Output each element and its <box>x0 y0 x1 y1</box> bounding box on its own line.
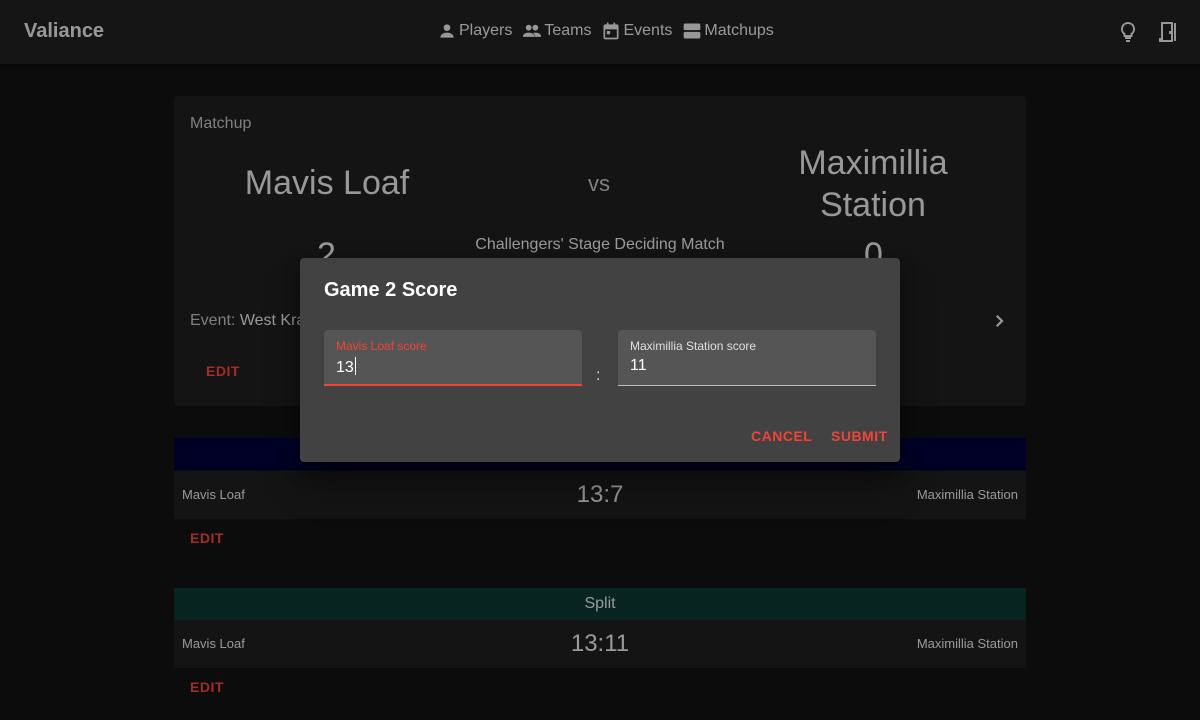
team1-score-field[interactable]: Mavis Loaf score 13 <box>324 330 582 386</box>
team1-score-value[interactable]: 13 <box>336 357 356 377</box>
score-dialog: Game 2 Score Mavis Loaf score 13 : Maxim… <box>300 258 900 462</box>
text-caret <box>354 357 356 375</box>
field-underline <box>324 384 582 386</box>
dialog-title: Game 2 Score <box>324 279 458 301</box>
field-underline <box>618 385 876 386</box>
submit-button[interactable]: SUBMIT <box>831 428 888 444</box>
team1-score-label: Mavis Loaf score <box>336 339 427 353</box>
score-separator: : <box>596 367 601 384</box>
team2-score-field[interactable]: Maximillia Station score 11 <box>618 330 876 386</box>
cancel-button[interactable]: CANCEL <box>751 428 812 444</box>
team2-score-label: Maximillia Station score <box>630 339 757 353</box>
team2-score-value[interactable]: 11 <box>630 357 647 375</box>
